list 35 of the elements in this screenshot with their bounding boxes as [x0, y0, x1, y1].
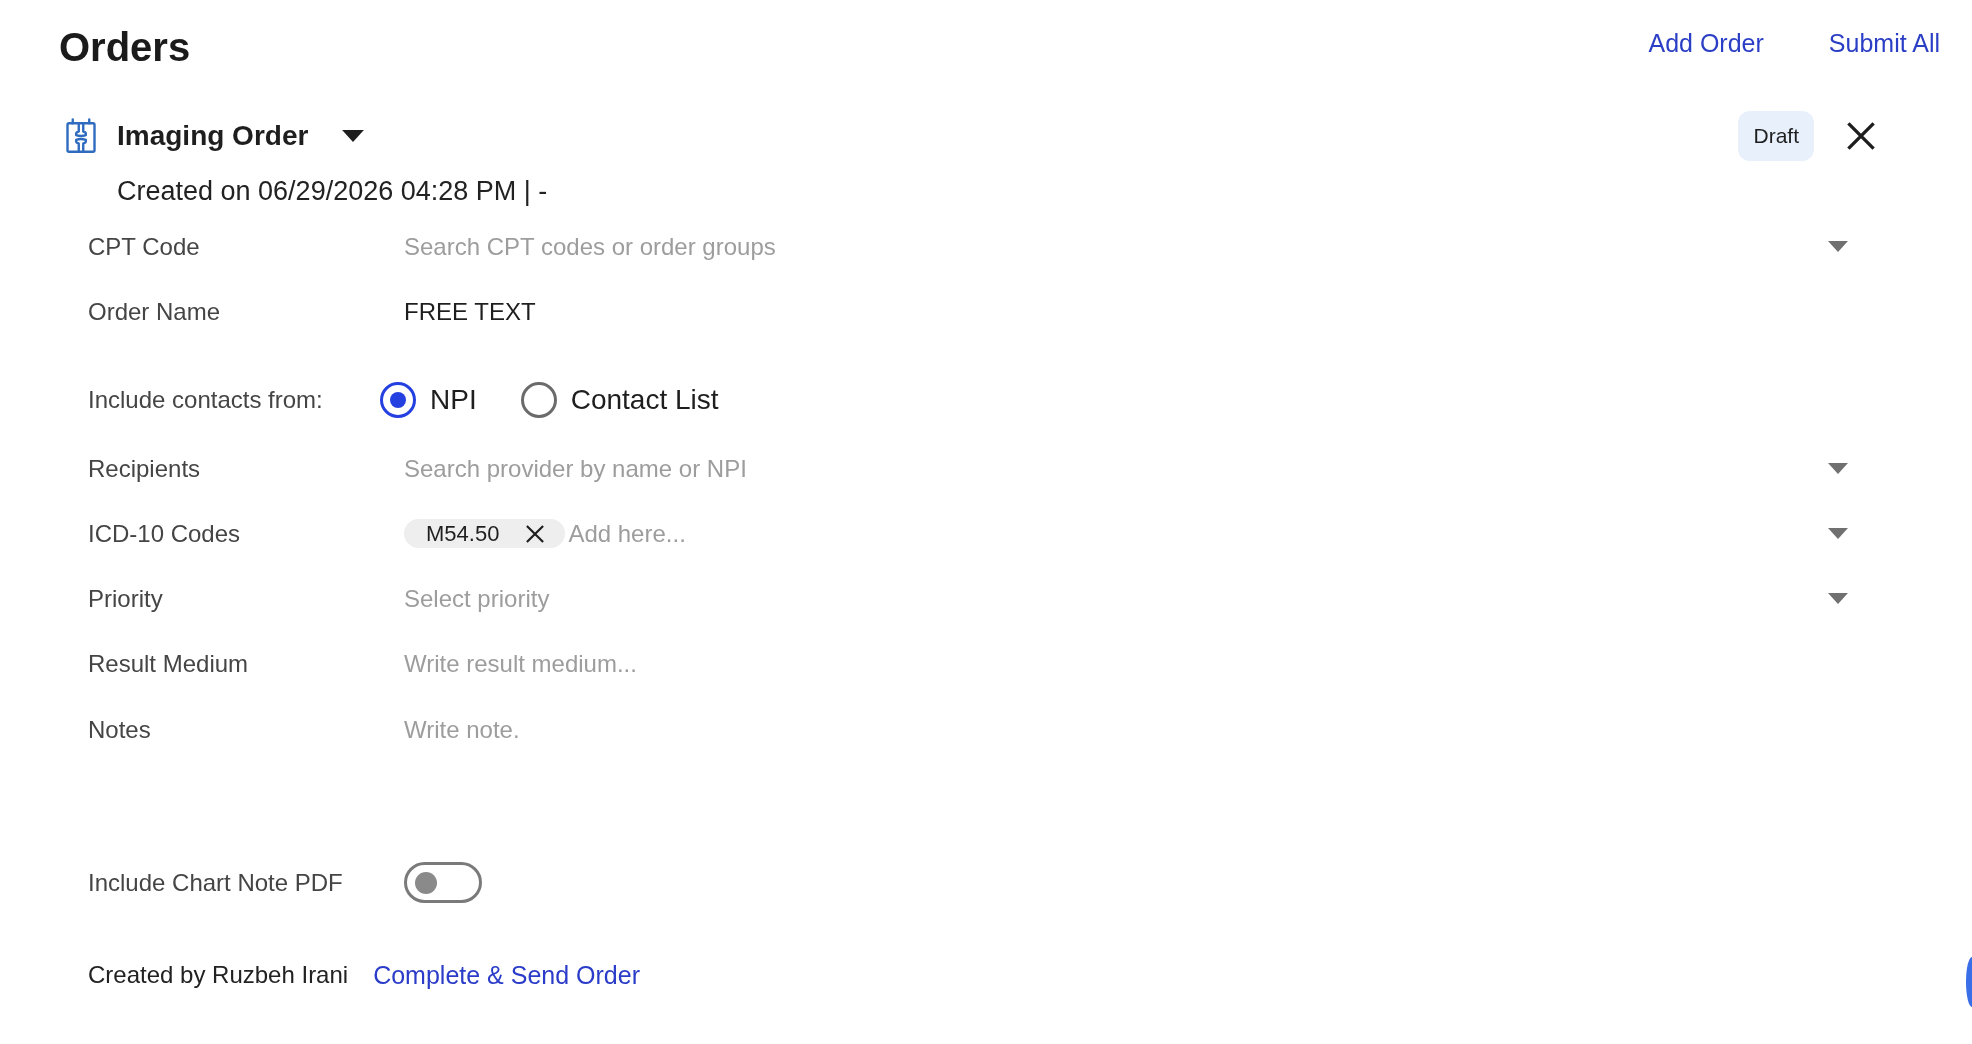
field-label: Result Medium — [88, 648, 249, 679]
dropdown-field[interactable]: Search CPT codes or order groups — [404, 230, 1823, 263]
text-field[interactable]: Write result medium... — [404, 647, 1823, 680]
close-icon[interactable] — [1847, 122, 1875, 150]
dropdown-field[interactable]: Search provider by name or NPI — [404, 452, 1823, 485]
dropdown-field[interactable]: Select priority — [404, 582, 1823, 615]
field-label: ICD-10 Codes — [88, 518, 241, 549]
tag-text: M54.50 — [426, 520, 500, 547]
radio-button[interactable] — [520, 381, 557, 418]
created-by-text: Created by Ruzbeh Irani — [88, 959, 349, 990]
complete-send-link[interactable]: Complete & Send Order — [373, 958, 640, 991]
radio-label: Contact List — [570, 382, 719, 417]
tag-input-field[interactable]: Add here... — [568, 517, 1823, 550]
text-field[interactable]: FREE TEXT — [404, 295, 1823, 328]
field-label: CPT Code — [88, 231, 200, 262]
field-label: Include Chart Note PDF — [88, 867, 343, 898]
radio-label: NPI — [430, 382, 477, 417]
note-field[interactable]: Write note. — [404, 714, 1823, 834]
created-info: Created on 06/29/2026 04:28 PM | - — [117, 175, 548, 208]
field-label: Order Name — [88, 296, 221, 327]
page-title: Orders — [59, 24, 191, 71]
caret-down-icon[interactable] — [342, 130, 365, 142]
status-badge: Draft — [1738, 111, 1814, 161]
field-label: Include contacts from: — [88, 384, 323, 415]
field-label: Recipients — [88, 453, 201, 484]
field-label: Notes — [88, 715, 151, 745]
floating-button[interactable] — [1966, 957, 1972, 1007]
close-icon[interactable] — [526, 524, 545, 543]
field-label: Priority — [88, 583, 163, 614]
order-title: Imaging Order — [117, 119, 309, 153]
header-link[interactable]: Add Order — [1648, 28, 1764, 58]
header-link[interactable]: Submit All — [1828, 28, 1940, 58]
bone-xray-icon — [63, 118, 99, 154]
radio-button[interactable] — [380, 381, 416, 418]
toggle-switch[interactable] — [404, 862, 482, 903]
